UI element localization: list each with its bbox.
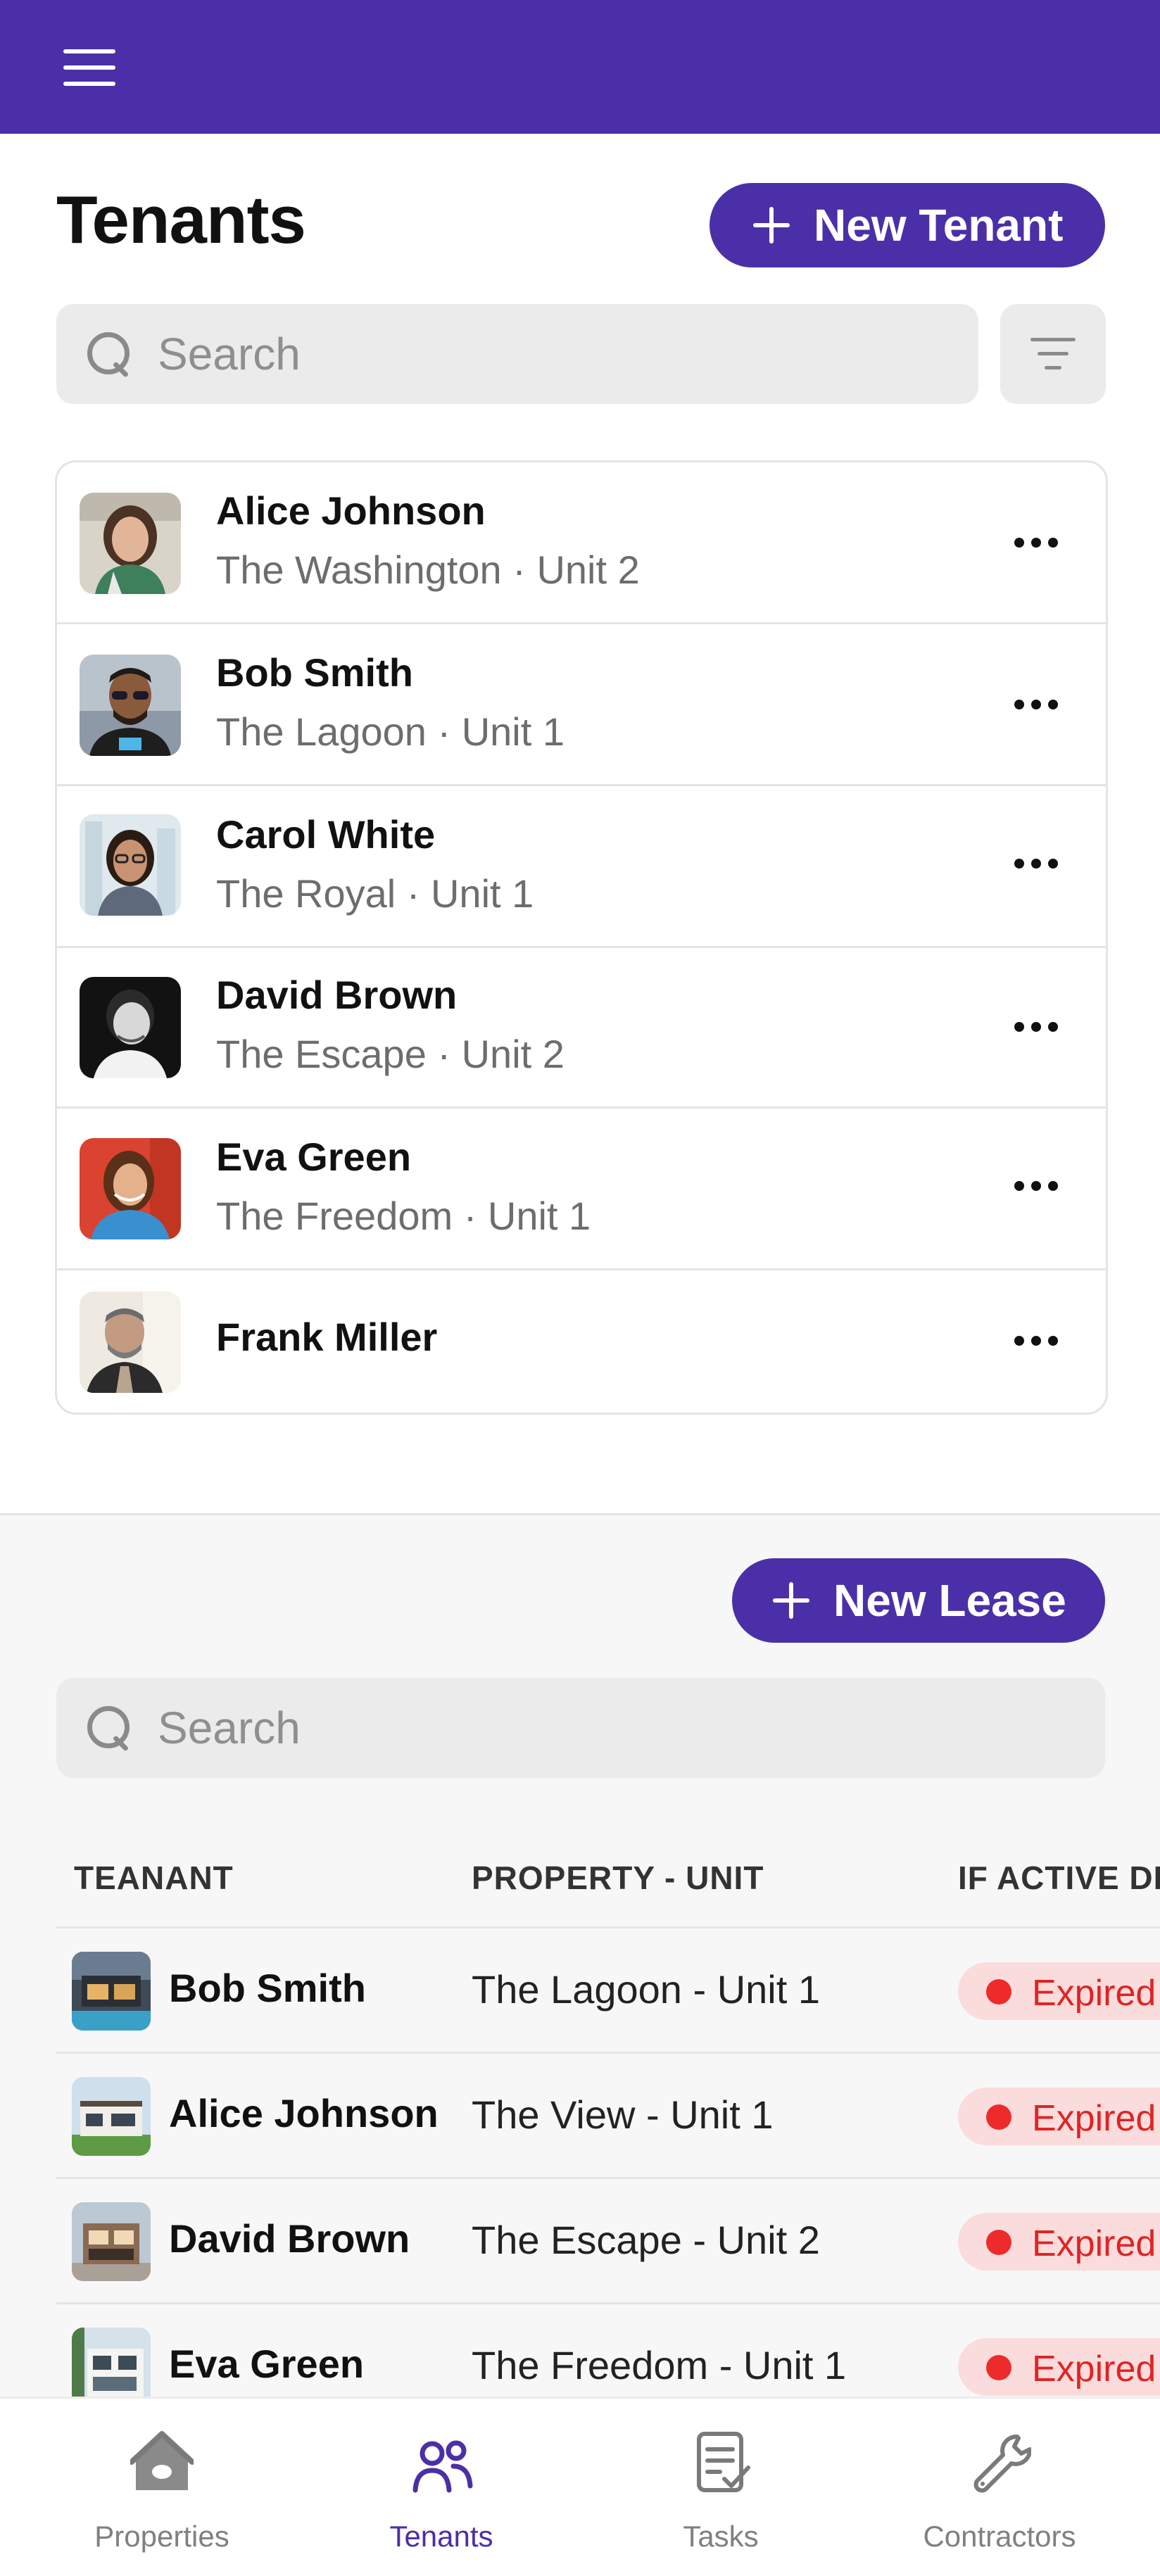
- tenant-property: The Escape · Unit 2: [216, 1032, 565, 1076]
- avatar: [80, 977, 181, 1078]
- plus-icon: [753, 207, 790, 244]
- tenant-name: David Brown: [216, 973, 458, 1017]
- property-thumbnail: [72, 2202, 151, 2281]
- avatar: [80, 1292, 181, 1393]
- bottom-navigation: Properties Tenants Tasks Contractors: [0, 2397, 1160, 2576]
- nav-tasks[interactable]: Tasks: [615, 2399, 826, 2576]
- status-dot-icon: [986, 2230, 1011, 2255]
- tenant-property: The Royal · Unit 1: [216, 871, 534, 916]
- nav-label: Properties: [94, 2520, 229, 2553]
- new-lease-button[interactable]: New Lease: [732, 1558, 1105, 1643]
- avatar: [80, 655, 181, 756]
- status-badge: Expired: [958, 2213, 1160, 2271]
- lease-row[interactable]: Bob Smith The Lagoon - Unit 1 Expired: [56, 1926, 1160, 2052]
- plus-icon: [773, 1582, 809, 1619]
- tenant-property: The Lagoon · Unit 1: [216, 709, 565, 754]
- nav-label: Tasks: [683, 2520, 759, 2553]
- property-thumbnail: [72, 2077, 151, 2156]
- lease-row[interactable]: David Brown The Escape - Unit 2 Expired: [56, 2177, 1160, 2302]
- more-options-icon[interactable]: [1011, 1336, 1062, 1347]
- lease-property-unit: The Lagoon - Unit 1: [472, 1967, 820, 2012]
- new-lease-label: New Lease: [833, 1575, 1066, 1626]
- tenant-name: Frank Miller: [216, 1315, 438, 1359]
- lease-property-unit: The View - Unit 1: [472, 2092, 774, 2137]
- tenant-property: The Washington · Unit 2: [216, 548, 640, 592]
- status-dot-icon: [986, 2355, 1011, 2380]
- tenant-name: Bob Smith: [216, 650, 413, 695]
- nav-tenants[interactable]: Tenants: [336, 2399, 547, 2576]
- search-placeholder: Search: [158, 1703, 301, 1753]
- users-icon: [412, 2440, 473, 2493]
- tenant-name: Alice Johnson: [216, 488, 486, 533]
- new-tenant-label: New Tenant: [814, 200, 1064, 251]
- property-thumbnail: [72, 1952, 151, 2031]
- more-options-icon[interactable]: [1011, 700, 1062, 711]
- property-thumbnail: [72, 2328, 151, 2406]
- status-dot-icon: [986, 2104, 1011, 2130]
- avatar: [80, 814, 181, 916]
- status-badge: Expired: [958, 2338, 1160, 2396]
- clipboard-check-icon: [697, 2432, 750, 2492]
- lease-tenant-name: Alice Johnson: [169, 2091, 439, 2135]
- search-icon: [84, 1703, 134, 1753]
- more-options-icon[interactable]: [1011, 1022, 1062, 1033]
- lease-property-unit: The Freedom - Unit 1: [472, 2343, 847, 2387]
- page-title: Tenants: [56, 182, 306, 258]
- column-header-status[interactable]: IF ACTIVE DI: [958, 1859, 1160, 1897]
- status-dot-icon: [986, 1979, 1011, 2004]
- lease-tenant-name: Eva Green: [169, 2342, 365, 2386]
- column-header-tenant[interactable]: TEANANT: [74, 1859, 234, 1897]
- avatar: [80, 493, 181, 594]
- more-options-icon[interactable]: [1011, 859, 1062, 870]
- more-options-icon[interactable]: [1011, 538, 1062, 549]
- more-options-icon[interactable]: [1011, 1181, 1062, 1192]
- tenant-row-frank-miller[interactable]: Frank Miller: [57, 1270, 1106, 1413]
- column-header-property-unit[interactable]: PROPERTY - UNIT: [472, 1859, 764, 1897]
- home-icon: [130, 2431, 194, 2490]
- filter-icon: [1030, 338, 1076, 341]
- filter-button[interactable]: [1000, 304, 1106, 404]
- tenant-row-david-brown[interactable]: David Brown The Escape · Unit 2: [57, 947, 1106, 1109]
- nav-contractors[interactable]: Contractors: [894, 2399, 1105, 2576]
- avatar: [80, 1138, 181, 1239]
- tenant-name: Eva Green: [216, 1135, 412, 1179]
- tenant-property: The Freedom · Unit 1: [216, 1194, 591, 1238]
- tenant-row-bob-smith[interactable]: Bob Smith The Lagoon · Unit 1: [57, 624, 1106, 786]
- lease-tenant-name: David Brown: [169, 2216, 410, 2261]
- lease-row[interactable]: Alice Johnson The View - Unit 1 Expired: [56, 2052, 1160, 2177]
- lease-property-unit: The Escape - Unit 2: [472, 2218, 820, 2262]
- lease-search-input[interactable]: Search: [56, 1678, 1105, 1778]
- search-placeholder: Search: [158, 329, 301, 379]
- status-badge: Expired: [958, 2088, 1160, 2145]
- nav-label: Tenants: [389, 2520, 493, 2553]
- tenant-list: Alice Johnson The Washington · Unit 2 Bo…: [55, 460, 1108, 1415]
- lease-tenant-name: Bob Smith: [169, 1966, 366, 2010]
- tenant-row-eva-green[interactable]: Eva Green The Freedom · Unit 1: [57, 1109, 1106, 1270]
- search-icon: [84, 329, 134, 379]
- tenant-row-alice-johnson[interactable]: Alice Johnson The Washington · Unit 2: [57, 462, 1106, 624]
- nav-properties[interactable]: Properties: [56, 2399, 267, 2576]
- nav-label: Contractors: [923, 2520, 1076, 2553]
- tenant-row-carol-white[interactable]: Carol White The Royal · Unit 1: [57, 786, 1106, 948]
- tenant-search-input[interactable]: Search: [56, 304, 978, 404]
- wrench-icon: [973, 2435, 1031, 2493]
- top-app-bar: [0, 0, 1160, 134]
- tenant-name: Carol White: [216, 812, 436, 857]
- status-badge: Expired: [958, 1962, 1160, 2020]
- hamburger-menu-icon[interactable]: [63, 49, 115, 86]
- new-tenant-button[interactable]: New Tenant: [710, 183, 1105, 267]
